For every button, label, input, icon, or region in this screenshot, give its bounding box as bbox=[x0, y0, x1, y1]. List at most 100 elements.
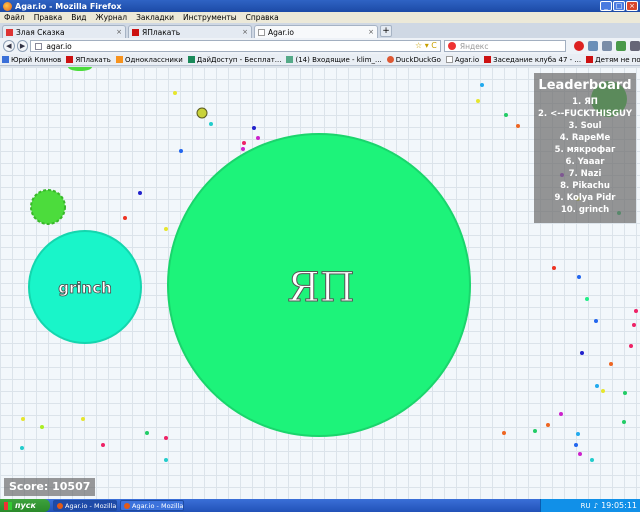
menu-file[interactable]: Файл bbox=[4, 13, 25, 22]
grinch-cell-name: grinch bbox=[58, 279, 112, 297]
adblock-icon[interactable] bbox=[574, 41, 584, 51]
addon-icon[interactable] bbox=[616, 41, 626, 51]
start-button[interactable]: пуск bbox=[0, 499, 50, 512]
food-pellet bbox=[576, 432, 580, 436]
tab-close-icon[interactable]: × bbox=[242, 28, 248, 36]
player-cell-name: ЯП bbox=[287, 265, 354, 311]
food-pellet bbox=[578, 452, 582, 456]
bookmark-item[interactable]: ДайДоступ - Бесплат... bbox=[187, 55, 282, 64]
food-pellet bbox=[516, 124, 520, 128]
food-pellet bbox=[546, 423, 550, 427]
new-tab-button[interactable]: + bbox=[380, 25, 392, 37]
bookmark-favicon-icon bbox=[2, 56, 9, 63]
leaderboard-row: 4. RapeMe bbox=[559, 133, 611, 143]
bookmark-item[interactable]: Юрий Клинов bbox=[2, 56, 61, 64]
bookmark-item[interactable]: Одноклассники bbox=[115, 55, 183, 64]
food-pellet bbox=[138, 191, 142, 195]
food-pellet bbox=[594, 319, 598, 323]
food-pellet bbox=[577, 275, 581, 279]
site-identity-icon bbox=[35, 42, 43, 50]
download-icon[interactable] bbox=[588, 41, 598, 51]
bookmark-star-icon[interactable]: ☆ ▾ C bbox=[415, 41, 437, 50]
leaderboard-row: 3. Soul bbox=[568, 121, 602, 131]
tab-close-icon[interactable]: × bbox=[116, 28, 122, 36]
menu-help[interactable]: Справка bbox=[246, 13, 279, 22]
food-pellet bbox=[179, 149, 183, 153]
bookmark-item[interactable]: (14) Входящие - klim_... bbox=[286, 56, 382, 64]
menu-history[interactable]: Журнал bbox=[96, 13, 128, 22]
food-pellet bbox=[533, 429, 537, 433]
bookmark-item[interactable]: DuckDuckGo bbox=[386, 55, 441, 64]
score-display: Score: 10507 bbox=[4, 478, 96, 496]
url-bar[interactable]: agar.io ☆ ▾ C bbox=[30, 40, 441, 52]
tab-yaplakat[interactable]: ЯПлакать × bbox=[128, 25, 252, 38]
menu-icon[interactable] bbox=[630, 41, 640, 51]
back-button[interactable]: ◀ bbox=[3, 40, 15, 52]
window-title: Agar.io - Mozilla Firefox bbox=[15, 1, 122, 11]
game-canvas[interactable]: ЯП grinch Leaderboard 1. ЯП 2. <--FUCKTH… bbox=[0, 67, 640, 499]
bookmark-item[interactable]: Agar.io bbox=[445, 56, 479, 64]
tab-label: Злая Сказка bbox=[16, 27, 65, 37]
bookmark-label: Заседание клуба 47 - ... bbox=[493, 55, 582, 64]
food-pellet bbox=[20, 446, 24, 450]
player-cell-grinch: grinch bbox=[28, 230, 142, 344]
food-pellet bbox=[209, 122, 213, 126]
leaderboard-row: 7. Nazi bbox=[568, 169, 602, 179]
bookmark-label: ДайДоступ - Бесплат... bbox=[196, 55, 282, 64]
food-pellet bbox=[585, 297, 589, 301]
volume-icon[interactable]: ♪ bbox=[594, 502, 598, 510]
food-pellet bbox=[629, 344, 633, 348]
menu-bookmarks[interactable]: Закладки bbox=[136, 13, 174, 22]
bookmark-item[interactable]: ЯПлакать bbox=[66, 56, 111, 64]
bookmark-favicon-icon bbox=[66, 56, 74, 63]
bookmarks-bar: Юрий Клинов ЯПлакать Одноклассники ДайДо… bbox=[0, 54, 640, 66]
food-pellet bbox=[123, 216, 127, 220]
menu-view[interactable]: Вид bbox=[71, 13, 86, 22]
small-player-cell bbox=[196, 107, 208, 119]
system-tray: RU ♪ 19:05:11 bbox=[540, 499, 640, 512]
virus-body bbox=[30, 189, 66, 225]
partial-cell bbox=[68, 67, 92, 71]
maximize-button[interactable]: □ bbox=[613, 1, 625, 11]
food-pellet bbox=[580, 351, 584, 355]
food-pellet bbox=[164, 436, 168, 440]
bookmark-label: Одноклассники bbox=[124, 55, 183, 64]
tab-agario[interactable]: Agar.io × bbox=[254, 25, 378, 38]
taskbar-item-label: Agar.io - Mozilla Fir... bbox=[132, 501, 184, 510]
bookmark-favicon-icon bbox=[484, 56, 492, 63]
food-pellet bbox=[256, 136, 260, 140]
menu-edit[interactable]: Правка bbox=[34, 13, 63, 22]
food-pellet bbox=[101, 443, 105, 447]
food-pellet bbox=[574, 443, 578, 447]
taskbar-item[interactable]: Agar.io - Mozilla Fir... bbox=[120, 500, 184, 511]
bookmark-item[interactable]: Детям не показывать... bbox=[586, 56, 640, 64]
food-pellet bbox=[632, 323, 636, 327]
forward-button[interactable]: ▶ bbox=[16, 40, 29, 52]
food-pellet bbox=[476, 99, 480, 103]
home-icon[interactable] bbox=[602, 41, 612, 51]
yandex-icon bbox=[447, 42, 456, 50]
food-pellet bbox=[504, 113, 508, 117]
small-cell-body bbox=[196, 107, 208, 119]
leaderboard: Leaderboard 1. ЯП 2. <--FUCKTHISGUY 3. S… bbox=[534, 73, 636, 223]
food-pellet bbox=[21, 417, 25, 421]
bookmark-label: Юрий Клинов bbox=[11, 55, 62, 64]
search-input[interactable]: Яндекс bbox=[443, 40, 566, 52]
firefox-icon bbox=[3, 1, 12, 11]
tab-close-icon[interactable]: × bbox=[368, 28, 374, 36]
food-pellet bbox=[173, 91, 177, 95]
window-titlebar: Agar.io - Mozilla Firefox _ □ × bbox=[0, 0, 640, 12]
minimize-button[interactable]: _ bbox=[600, 1, 612, 11]
start-label: пуск bbox=[15, 501, 36, 510]
tab-zlaya-skazka[interactable]: Злая Сказка × bbox=[2, 25, 126, 38]
bookmark-label: DuckDuckGo bbox=[395, 55, 441, 64]
close-button[interactable]: × bbox=[626, 1, 638, 11]
language-indicator[interactable]: RU bbox=[581, 502, 591, 510]
bookmark-item[interactable]: Заседание клуба 47 - ... bbox=[484, 56, 581, 64]
food-pellet bbox=[559, 412, 563, 416]
firefox-icon bbox=[124, 502, 130, 509]
menu-tools[interactable]: Инструменты bbox=[183, 13, 237, 22]
food-pellet bbox=[242, 141, 246, 145]
bookmark-favicon-icon bbox=[445, 56, 453, 63]
taskbar-item[interactable]: Agar.io - Mozilla Fir... bbox=[53, 500, 117, 511]
